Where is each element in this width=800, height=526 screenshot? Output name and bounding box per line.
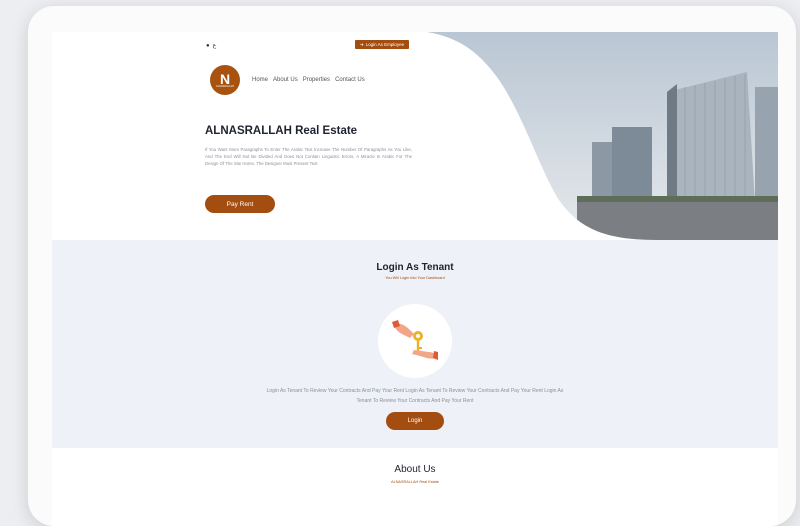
website-screen: ● ع ➜ Login As Employee N ALNASRALLAH Ho… <box>52 32 778 526</box>
key-hands-icon <box>392 320 438 360</box>
hero-paragraph: If You Want More Paragraphs To Enter The… <box>205 147 412 166</box>
company-logo[interactable]: N ALNASRALLAH <box>210 65 240 95</box>
tenant-title: Login As Tenant <box>376 262 454 273</box>
language-label: ع <box>212 43 217 49</box>
nav-item-home[interactable]: Home <box>252 77 268 83</box>
login-as-employee-button[interactable]: ➜ Login As Employee <box>355 40 409 49</box>
tenant-description: Login As Tenant To Review Your Contracts… <box>266 388 564 404</box>
about-subtitle: ALNASRALLAH Real Estate <box>391 480 439 484</box>
tenant-login-section: Login As Tenant You Will Login Into Your… <box>52 240 778 448</box>
globe-icon: ● <box>206 42 210 49</box>
logo-letter: N <box>219 70 231 87</box>
building-image <box>427 32 778 240</box>
logo-text: ALNASRALLAH <box>216 84 234 88</box>
about-title: About Us <box>394 464 436 475</box>
nav-item-contact[interactable]: Contact Us <box>335 77 365 83</box>
hero-section: ● ع ➜ Login As Employee N ALNASRALLAH Ho… <box>52 32 778 240</box>
hero-title: ALNASRALLAH Real Estate <box>205 125 358 137</box>
login-as-employee-label: Login As Employee <box>365 42 405 47</box>
tenant-login-button[interactable]: Login <box>386 412 444 430</box>
pay-rent-button[interactable]: Pay Rent <box>205 195 275 213</box>
device-frame: ● ع ➜ Login As Employee N ALNASRALLAH Ho… <box>28 6 796 526</box>
nav-item-properties[interactable]: Properties <box>303 77 330 83</box>
language-toggle[interactable]: ● ع <box>206 42 217 50</box>
key-handover-illustration <box>378 304 452 378</box>
nav-item-about[interactable]: About Us <box>273 77 298 83</box>
login-icon: ➜ <box>359 41 364 47</box>
main-nav: Home About Us Properties Contact Us <box>252 77 365 83</box>
tenant-subtitle: You Will Login Into Your Dashboard <box>385 276 445 280</box>
